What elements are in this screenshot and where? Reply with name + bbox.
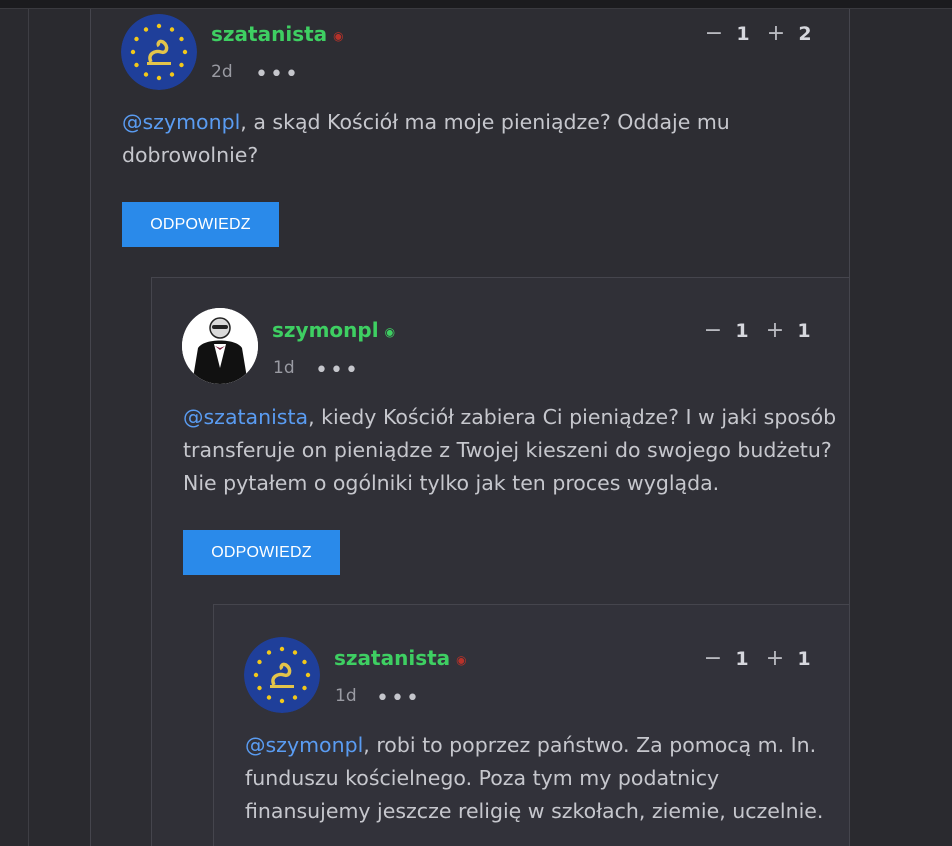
downvote-button[interactable]: − xyxy=(702,648,724,670)
upvote-count: 1 xyxy=(797,648,811,670)
gadsden-eu-flag-icon xyxy=(244,637,320,713)
downvote-count: 1 xyxy=(736,23,750,45)
vote-controls: − 1 + 2 xyxy=(703,23,823,46)
comment-body: @szymonpl, a skąd Kościół ma moje pienią… xyxy=(122,110,730,167)
timestamp[interactable]: 1d xyxy=(273,358,295,378)
gadsden-eu-flag-icon xyxy=(121,14,197,90)
more-options-icon[interactable]: ••• xyxy=(255,64,300,86)
comment-3: szatanista ◉ 1d ••• − 1 + 1 @szymonpl, ro… xyxy=(213,604,850,846)
upvote-button[interactable]: + xyxy=(764,320,786,342)
username[interactable]: szymonpl ◉ xyxy=(272,318,395,342)
rss-icon: ◉ xyxy=(333,28,344,43)
thread-rail xyxy=(28,9,29,846)
rss-icon: ◉ xyxy=(456,652,467,667)
comment-body: @szatanista, kiedy Kościół zabiera Ci pi… xyxy=(183,405,837,495)
vote-controls: − 1 + 1 xyxy=(702,648,822,671)
downvote-button[interactable]: − xyxy=(702,320,724,342)
rss-icon: ◉ xyxy=(384,324,396,339)
more-options-icon[interactable]: ••• xyxy=(376,688,421,710)
avatar[interactable] xyxy=(244,637,320,713)
upvote-count: 1 xyxy=(797,320,811,342)
downvote-count: 1 xyxy=(735,648,749,670)
reply-button[interactable]: ODPOWIEDZ xyxy=(183,530,340,575)
mention-link[interactable]: @szymonpl xyxy=(122,110,240,134)
top-bar xyxy=(0,0,952,9)
downvote-count: 1 xyxy=(735,320,749,342)
mention-link[interactable]: @szymonpl xyxy=(245,733,363,757)
upvote-count: 2 xyxy=(798,23,812,45)
timestamp[interactable]: 2d xyxy=(211,62,233,82)
username[interactable]: szatanista ◉ xyxy=(211,22,344,46)
upvote-button[interactable]: + xyxy=(765,23,787,45)
upvote-button[interactable]: + xyxy=(764,648,786,670)
reply-button[interactable]: ODPOWIEDZ xyxy=(122,202,279,247)
username[interactable]: szatanista ◉ xyxy=(334,646,467,670)
avatar[interactable] xyxy=(182,308,258,384)
more-options-icon[interactable]: ••• xyxy=(315,360,360,382)
vote-controls: − 1 + 1 xyxy=(702,320,822,343)
comment-body: @szymonpl, robi to poprzez państwo. Za p… xyxy=(245,733,824,823)
mention-link[interactable]: @szatanista xyxy=(183,405,308,429)
tuxedo-man-icon xyxy=(182,308,258,384)
timestamp[interactable]: 1d xyxy=(335,686,357,706)
avatar[interactable] xyxy=(121,14,197,90)
downvote-button[interactable]: − xyxy=(703,23,725,45)
